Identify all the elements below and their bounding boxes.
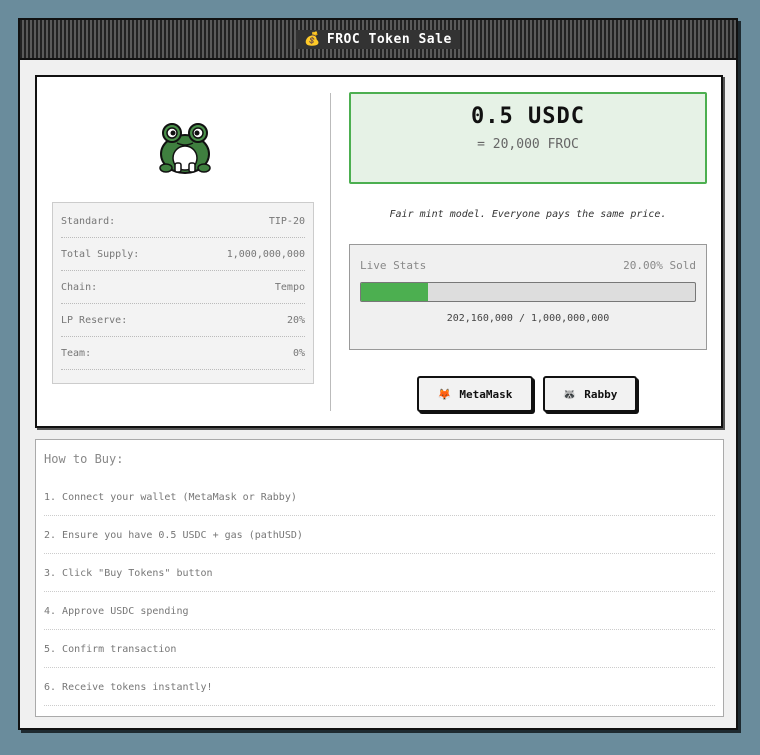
price-conversion: = 20,000 FROC [477,137,579,152]
fox-icon: 🦊 [437,387,452,401]
spec-value: TIP-20 [268,215,305,227]
rabbit-icon: 🦝 [562,387,577,401]
list-item: 1. Connect your wallet (MetaMask or Rabb… [44,478,715,516]
rabby-label: Rabby [584,387,618,401]
spec-label: Chain: [61,281,98,293]
metamask-label: MetaMask [459,387,513,401]
token-sale-window: 💰 FROC Token Sale Standard: TIP-20 Total… [18,18,738,730]
tokens-sold-count: 202,160,000 / 1,000,000,000 [446,313,610,324]
title-bar: 💰 FROC Token Sale [20,20,736,60]
stats-title: Live Stats [360,259,427,272]
token-info-column: Standard: TIP-20 Total Supply: 1,000,000… [52,92,314,412]
price-amount: 0.5 USDC [471,104,585,129]
spec-row-standard: Standard: TIP-20 [61,205,305,238]
spec-value: 20% [286,314,305,326]
purchase-column: 0.5 USDC = 20,000 FROC Fair mint model. … [349,92,709,412]
rabby-button[interactable]: 🦝 Rabby [543,376,637,412]
sale-progress-bar [360,282,696,302]
metamask-button[interactable]: 🦊 MetaMask [417,376,533,412]
stats-sold-percent: 20.00% Sold [623,259,696,272]
spec-value: 1,000,000,000 [226,248,305,260]
list-item: 5. Confirm transaction [44,630,715,668]
wallet-buttons: 🦊 MetaMask 🦝 Rabby [417,376,637,412]
list-item: 4. Approve USDC spending [44,592,715,630]
spec-value: 0% [292,347,305,359]
how-to-buy-panel: How to Buy: 1. Connect your wallet (Meta… [35,439,724,717]
window-title-label: FROC Token Sale [326,31,452,47]
spec-row-total-supply: Total Supply: 1,000,000,000 [61,238,305,271]
money-bag-icon: 💰 [304,31,321,47]
window-title: 💰 FROC Token Sale [296,29,460,49]
stats-header: Live Stats 20.00% Sold [360,259,696,272]
list-item: 6. Receive tokens instantly! [44,668,715,706]
sale-progress-fill [361,283,428,301]
spec-label: Standard: [61,215,116,227]
price-box: 0.5 USDC = 20,000 FROC [349,92,707,184]
spec-row-team: Team: 0% [61,337,305,370]
spec-row-lp-reserve: LP Reserve: 20% [61,304,305,337]
spec-label: LP Reserve: [61,314,128,326]
token-specs: Standard: TIP-20 Total Supply: 1,000,000… [52,202,314,384]
spec-label: Team: [61,347,92,359]
how-to-buy-title: How to Buy: [44,452,124,466]
list-item: 2. Ensure you have 0.5 USDC + gas (pathU… [44,516,715,554]
column-divider [330,93,331,411]
fair-mint-note: Fair mint model. Everyone pays the same … [389,209,667,220]
sale-panel: Standard: TIP-20 Total Supply: 1,000,000… [35,75,723,428]
spec-value: Tempo [274,281,305,293]
list-item: 3. Click "Buy Tokens" button [44,554,715,592]
spec-label: Total Supply: [61,248,140,260]
spec-row-chain: Chain: Tempo [61,271,305,304]
frog-icon [155,119,215,179]
live-stats-panel: Live Stats 20.00% Sold 202,160,000 / 1,0… [349,244,707,350]
